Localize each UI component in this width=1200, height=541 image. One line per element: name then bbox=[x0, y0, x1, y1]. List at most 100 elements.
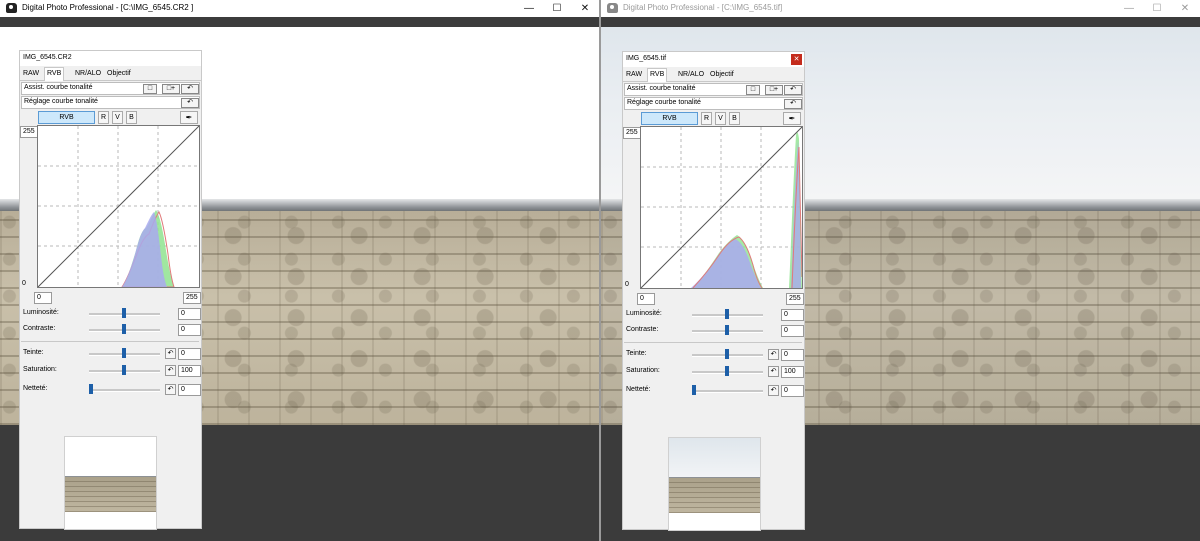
section-divider bbox=[21, 341, 199, 342]
sharpness-track[interactable] bbox=[89, 389, 160, 392]
channel-v-button[interactable]: V bbox=[715, 112, 726, 125]
brightness-thumb[interactable] bbox=[725, 309, 729, 319]
camera-app-icon bbox=[607, 3, 618, 13]
saturation-field[interactable]: 100 bbox=[781, 366, 804, 378]
palette-tabs: RAW RVB NR/ALO Objectif bbox=[623, 67, 804, 82]
tab-rvb[interactable]: RVB bbox=[647, 68, 668, 82]
auto-curve-icon[interactable]: □ bbox=[746, 85, 760, 95]
sharpness-thumb[interactable] bbox=[89, 384, 93, 394]
tone-curve-histogram[interactable] bbox=[37, 125, 200, 288]
saturation-label: Saturation: bbox=[23, 366, 57, 373]
reset-icon[interactable]: ↶ bbox=[768, 349, 779, 360]
close-icon[interactable]: ✕ bbox=[571, 0, 599, 17]
reset-icon[interactable]: ↶ bbox=[165, 384, 176, 395]
curve-plus-icon[interactable]: □+ bbox=[765, 85, 783, 95]
palette-title-bar[interactable]: IMG_6545.CR2 bbox=[20, 51, 201, 66]
brightness-thumb[interactable] bbox=[122, 308, 126, 318]
reset-icon[interactable]: ↶ bbox=[165, 348, 176, 359]
thumbnail-sky bbox=[669, 438, 760, 478]
channel-rvb-button[interactable]: RVB bbox=[641, 112, 698, 125]
maximize-icon[interactable]: ☐ bbox=[543, 0, 571, 17]
output-right-field[interactable]: 255 bbox=[183, 292, 201, 304]
channel-selector: RVB R V B ✒ bbox=[20, 111, 200, 124]
minimize-icon[interactable]: — bbox=[1115, 0, 1143, 17]
contrast-thumb[interactable] bbox=[122, 324, 126, 334]
navigator-thumbnail[interactable] bbox=[64, 436, 157, 530]
undo-icon[interactable]: ↶ bbox=[181, 98, 199, 108]
hue-thumb[interactable] bbox=[725, 349, 729, 359]
close-icon[interactable]: ✕ bbox=[791, 54, 802, 65]
curve-plus-icon[interactable]: □+ bbox=[162, 84, 180, 94]
saturation-thumb[interactable] bbox=[122, 365, 126, 375]
palette-title: IMG_6545.CR2 bbox=[23, 54, 72, 61]
tab-rvb[interactable]: RVB bbox=[44, 67, 65, 81]
maximize-icon[interactable]: ☐ bbox=[1143, 0, 1171, 17]
reset-icon[interactable]: ↶ bbox=[768, 366, 779, 377]
palette-title-bar[interactable]: IMG_6545.tif ✕ bbox=[623, 52, 804, 67]
output-left-field[interactable]: 0 bbox=[34, 292, 52, 304]
tab-objectif[interactable]: Objectif bbox=[105, 68, 133, 80]
input-max-label: 255 bbox=[20, 126, 38, 138]
channel-selector: RVB R V B ✒ bbox=[623, 112, 803, 125]
channel-r-button[interactable]: R bbox=[98, 111, 109, 124]
thumbnail-wall bbox=[669, 478, 760, 513]
tone-curve-assist-label: Assist. courbe tonalité bbox=[24, 84, 93, 91]
sharpness-thumb[interactable] bbox=[692, 385, 696, 395]
sharpness-label: Netteté: bbox=[23, 385, 48, 392]
tone-curve-adjust-row: Réglage courbe tonalité ↶ bbox=[624, 97, 803, 110]
title-bar[interactable]: Digital Photo Professional - [C:\IMG_654… bbox=[0, 0, 599, 17]
tone-curve-assist-row: Assist. courbe tonalité □ □+ ↶ bbox=[624, 83, 803, 96]
brightness-label: Luminosité: bbox=[626, 310, 662, 317]
curve-reset-icon[interactable]: ↶ bbox=[181, 84, 199, 94]
undo-icon[interactable]: ↶ bbox=[784, 99, 802, 109]
tool-palette: IMG_6545.tif ✕ RAW RVB NR/ALO Objectif A… bbox=[622, 51, 805, 531]
hue-field[interactable]: 0 bbox=[781, 349, 804, 361]
curve-reset-icon[interactable]: ↶ bbox=[784, 85, 802, 95]
contrast-slider-row: Contraste: 0 bbox=[623, 325, 804, 337]
tab-raw[interactable]: RAW bbox=[21, 68, 41, 80]
tone-curve-histogram[interactable] bbox=[640, 126, 803, 289]
tone-curve-assist-row: Assist. courbe tonalité □ □+ ↶ bbox=[21, 82, 200, 95]
dpp-window-right: Digital Photo Professional - [C:\IMG_654… bbox=[601, 0, 1200, 541]
channel-rvb-button[interactable]: RVB bbox=[38, 111, 95, 124]
contrast-field[interactable]: 0 bbox=[781, 325, 804, 337]
eyedropper-icon[interactable]: ✒ bbox=[783, 112, 801, 125]
hue-thumb[interactable] bbox=[122, 348, 126, 358]
minimize-icon[interactable]: — bbox=[515, 0, 543, 17]
contrast-field[interactable]: 0 bbox=[178, 324, 201, 336]
tab-nr-alo[interactable]: NR/ALO bbox=[676, 69, 706, 81]
auto-curve-icon[interactable]: □ bbox=[143, 84, 157, 94]
saturation-thumb[interactable] bbox=[725, 366, 729, 376]
channel-v-button[interactable]: V bbox=[112, 111, 123, 124]
sharpness-track[interactable] bbox=[692, 390, 763, 393]
reset-icon[interactable]: ↶ bbox=[165, 365, 176, 376]
sharpness-slider-row: Netteté: ↶ 0 bbox=[623, 385, 804, 397]
tab-raw[interactable]: RAW bbox=[624, 69, 644, 81]
contrast-thumb[interactable] bbox=[725, 325, 729, 335]
tab-nr-alo[interactable]: NR/ALO bbox=[73, 68, 103, 80]
close-icon[interactable]: ✕ bbox=[1171, 0, 1199, 17]
tone-curve-adjust-label: Réglage courbe tonalité bbox=[24, 98, 98, 105]
input-min-label: 0 bbox=[22, 280, 26, 287]
saturation-field[interactable]: 100 bbox=[178, 365, 201, 377]
brightness-field[interactable]: 0 bbox=[781, 309, 804, 321]
tab-objectif[interactable]: Objectif bbox=[708, 69, 736, 81]
camera-app-icon bbox=[6, 3, 17, 13]
navigator-thumbnail[interactable] bbox=[668, 437, 761, 531]
sharpness-slider-row: Netteté: ↶ 0 bbox=[20, 384, 201, 396]
channel-b-button[interactable]: B bbox=[126, 111, 137, 124]
title-bar[interactable]: Digital Photo Professional - [C:\IMG_654… bbox=[601, 0, 1200, 17]
hue-field[interactable]: 0 bbox=[178, 348, 201, 360]
sharpness-field[interactable]: 0 bbox=[178, 384, 201, 396]
output-right-field[interactable]: 255 bbox=[786, 293, 804, 305]
tone-curve-assist-label: Assist. courbe tonalité bbox=[627, 85, 696, 92]
eyedropper-icon[interactable]: ✒ bbox=[180, 111, 198, 124]
tone-curve-adjust-label: Réglage courbe tonalité bbox=[627, 99, 701, 106]
window-title: Digital Photo Professional - [C:\IMG_654… bbox=[22, 3, 194, 12]
channel-r-button[interactable]: R bbox=[701, 112, 712, 125]
output-left-field[interactable]: 0 bbox=[637, 293, 655, 305]
sharpness-field[interactable]: 0 bbox=[781, 385, 804, 397]
channel-b-button[interactable]: B bbox=[729, 112, 740, 125]
reset-icon[interactable]: ↶ bbox=[768, 385, 779, 396]
brightness-field[interactable]: 0 bbox=[178, 308, 201, 320]
